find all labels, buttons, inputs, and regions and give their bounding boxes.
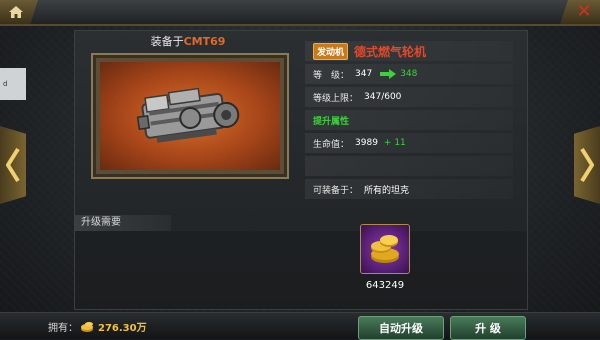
item-name: 德式燃气轮机 (354, 44, 427, 59)
auto-upgrade-button[interactable]: 自动升级 (358, 316, 444, 340)
top-bar: ✕ (0, 0, 600, 26)
gas-turbine-engine-icon (136, 87, 240, 143)
item-image-frame (91, 53, 289, 179)
upgrade-cost-amount: 643249 (365, 280, 405, 291)
upgrade-requirement-area (75, 231, 527, 309)
home-icon (9, 6, 23, 18)
item-panel: 装备于CMT69 发动机 德式燃气轮机 等 级： 347 348 等级上限： 3… (74, 30, 528, 310)
owned-amount: 276.30万 (98, 323, 147, 334)
close-icon: ✕ (576, 1, 592, 22)
hp-value: 3989 (355, 138, 378, 148)
equipped-model: CMT69 (183, 35, 226, 48)
side-tab[interactable]: d (0, 68, 26, 100)
equipped-prefix: 装备于 (150, 35, 184, 48)
equip-row: 可装备于： 所有的坦克 (305, 179, 513, 199)
gold-coin-slot[interactable] (360, 224, 410, 274)
item-name-row: 发动机 德式燃气轮机 (305, 41, 513, 61)
item-image-bg (100, 62, 280, 170)
improve-row: 提升属性 (305, 110, 513, 130)
hp-row: 生命值： 3989 + 11 (305, 133, 513, 153)
item-info: 发动机 德式燃气轮机 等 级： 347 348 等级上限： 347/600 提升… (305, 41, 513, 202)
level-label: 等 级： (313, 70, 350, 81)
equipped-on-title: 装备于CMT69 (99, 33, 277, 49)
hp-label: 生命值： (313, 139, 350, 150)
owned-gold: 拥有： 276.30万 (48, 319, 147, 334)
home-button[interactable] (0, 0, 38, 24)
side-tab-label: d (3, 80, 8, 88)
improve-label: 提升属性 (313, 116, 350, 127)
level-cap-value: 347/600 (364, 92, 402, 102)
close-button[interactable]: ✕ (560, 0, 600, 24)
upgrade-button[interactable]: 升 级 (450, 316, 526, 340)
hp-bonus: + 11 (383, 138, 406, 148)
level-row: 等 级： 347 348 (305, 64, 513, 84)
equip-value: 所有的坦克 (364, 185, 410, 196)
prev-item-button[interactable] (0, 126, 26, 204)
arrow-right-icon (380, 69, 397, 79)
type-badge: 发动机 (313, 42, 349, 60)
chevron-left-icon (6, 147, 20, 183)
level-next: 348 (400, 69, 418, 79)
equip-label: 可装备于： (313, 185, 359, 196)
level-cap-label: 等级上限： (313, 93, 359, 104)
bottom-bar: 拥有： 276.30万 自动升级 升 级 (0, 312, 600, 340)
chevron-right-icon (580, 147, 594, 183)
gold-coin-icon (371, 235, 399, 263)
owned-label: 拥有： (48, 323, 78, 334)
next-item-button[interactable] (574, 126, 600, 204)
level-cap-row: 等级上限： 347/600 (305, 87, 513, 107)
level-current: 347 (355, 69, 373, 79)
empty-row (305, 156, 513, 176)
upgrade-requirement-title: 升级需要 (75, 215, 171, 231)
gold-coin-small-icon (81, 321, 93, 332)
